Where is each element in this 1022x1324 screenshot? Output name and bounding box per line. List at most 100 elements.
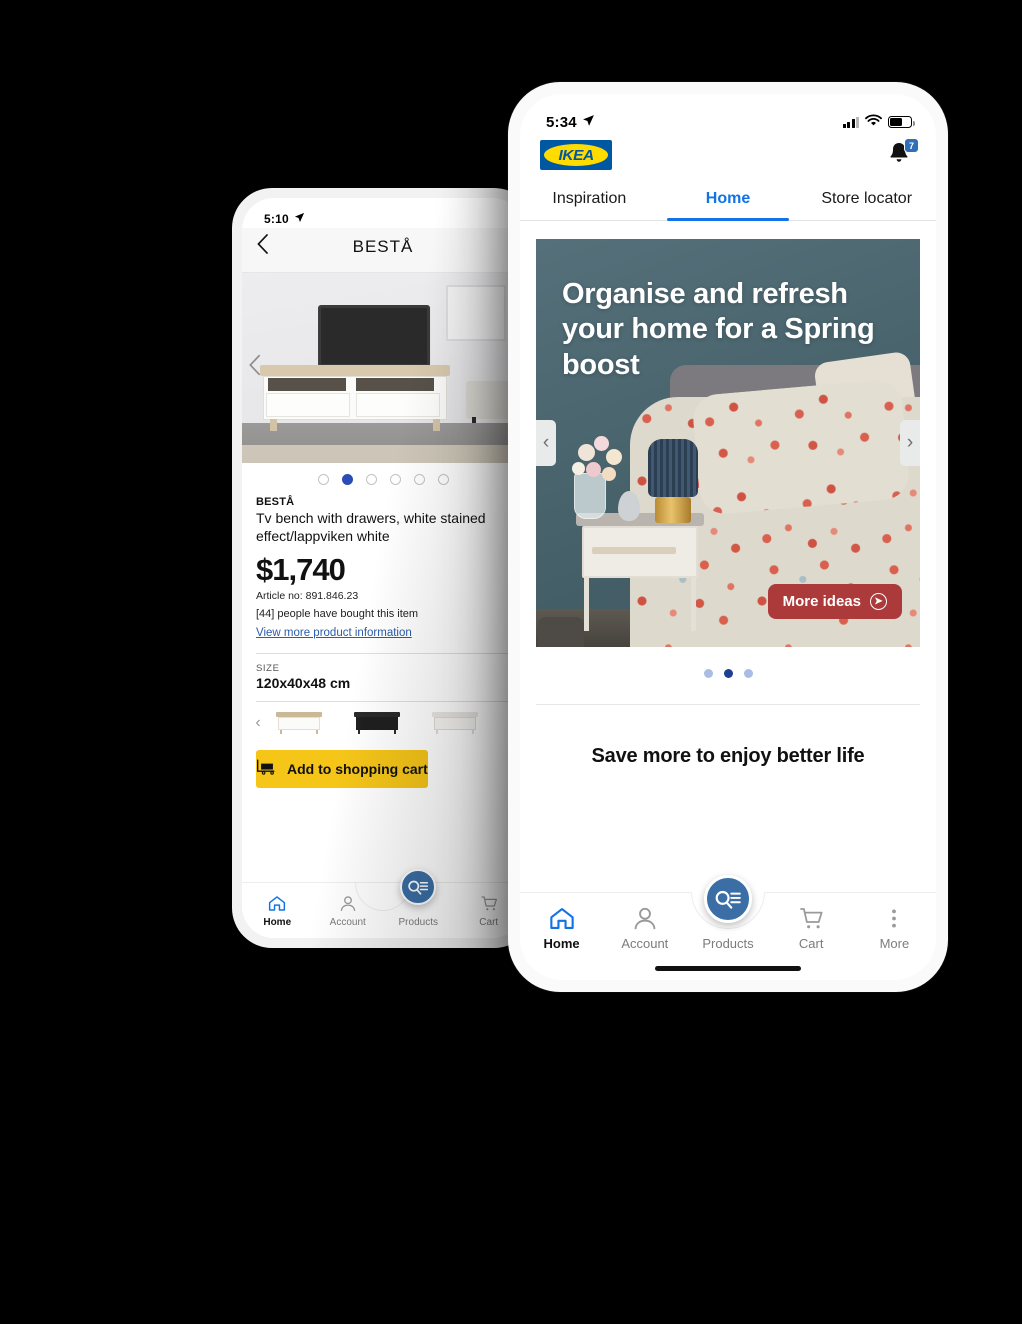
wifi-icon: [865, 114, 882, 131]
variant-thumbnail[interactable]: [276, 711, 322, 734]
chevron-left-icon[interactable]: ‹: [250, 714, 266, 732]
size-value: 120x40x48 cm: [256, 674, 351, 691]
location-arrow-icon: [582, 114, 595, 131]
image-carousel-dots[interactable]: [242, 463, 524, 494]
carousel-dot[interactable]: [389, 474, 401, 485]
home-icon: [268, 892, 286, 912]
tab-store-locator[interactable]: Store locator: [797, 180, 936, 220]
product-price: $1,740: [256, 551, 346, 587]
products-fab-button[interactable]: [704, 875, 752, 923]
tab-account[interactable]: Account: [603, 905, 686, 951]
carousel-dot[interactable]: [365, 474, 377, 485]
hero-title: Organise and refresh your home for a Spr…: [562, 278, 875, 381]
hero-carousel-dots[interactable]: [520, 647, 936, 704]
ikea-logo: IKEA: [540, 140, 612, 170]
tab-home-label: Home: [543, 936, 580, 951]
page-title: BESTÅ: [352, 237, 414, 256]
carousel-dot-active[interactable]: [723, 669, 733, 678]
tab-products[interactable]: Products: [686, 875, 769, 951]
carousel-dot[interactable]: [317, 474, 329, 485]
more-vertical-icon: [881, 905, 907, 931]
tab-account-label: Account: [329, 917, 366, 928]
floor: [242, 423, 524, 463]
carousel-dot[interactable]: [703, 669, 713, 678]
shopping-cart-icon: [798, 905, 824, 931]
chevron-right-icon[interactable]: ›: [900, 420, 920, 466]
product-bought-count: [44] people have bought this item: [256, 607, 419, 620]
carousel-dot[interactable]: [437, 474, 449, 485]
tv-bench: [260, 365, 450, 431]
more-ideas-label: More ideas: [782, 593, 861, 610]
view-more-product-information-link[interactable]: View more product information: [256, 627, 412, 639]
search-list-icon: [715, 890, 741, 909]
add-to-cart-button[interactable]: Add to shopping cart: [256, 749, 428, 788]
add-to-cart-label: Add to shopping cart: [287, 760, 428, 777]
back-nav-header: BESTÅ: [242, 228, 524, 273]
floral-pillow: [691, 378, 911, 516]
tv: [318, 305, 431, 367]
decorative-egg: [618, 491, 640, 521]
wall-art: [446, 285, 506, 341]
front-status-time: 5:34: [546, 113, 577, 131]
product-article-no: Article no: 891.846.23: [256, 589, 359, 602]
product-image[interactable]: [242, 273, 524, 463]
hero-banner-wrap: Organise and refresh your home for a Spr…: [520, 221, 936, 647]
table-lamp: [648, 439, 698, 523]
battery-icon: [888, 116, 915, 128]
shopping-cart-icon: [480, 892, 498, 912]
flower-vase: [574, 473, 606, 519]
tab-home[interactable]: Home: [520, 905, 603, 951]
size-label: SIZE: [256, 662, 280, 674]
tab-cart-label: Cart: [798, 936, 824, 951]
carousel-dot[interactable]: [413, 474, 425, 485]
tab-products-label: Products: [398, 917, 438, 928]
carousel-dot-active[interactable]: [341, 474, 353, 485]
tab-home-label: Home: [263, 917, 292, 928]
product-info: BESTÅ Tv bench with drawers, white stain…: [242, 494, 524, 641]
tab-products-label: Products: [702, 936, 754, 951]
carousel-dot[interactable]: [743, 669, 753, 678]
location-arrow-icon: [294, 212, 305, 226]
tab-home[interactable]: Home: [242, 883, 313, 928]
tab-cart[interactable]: Cart: [770, 905, 853, 951]
product-description: Tv bench with drawers, white stained eff…: [256, 510, 486, 545]
nightstand: [576, 513, 704, 631]
hero-banner[interactable]: Organise and refresh your home for a Spr…: [536, 239, 920, 647]
person-icon: [339, 892, 357, 912]
front-status-bar: 5:34: [520, 94, 936, 134]
products-fab-button[interactable]: [400, 869, 437, 905]
back-bottom-tabbar[interactable]: Home Account Products Cart: [242, 869, 524, 938]
ikea-logo-text: IKEA: [558, 146, 594, 164]
phone-product-page: 5:10 BESTÅ BESTÅ Tv bench with drawers, …: [232, 188, 534, 948]
person-icon: [632, 905, 658, 931]
tab-home[interactable]: Home: [659, 180, 798, 221]
tab-products[interactable]: Products: [383, 869, 454, 928]
tab-more[interactable]: More: [853, 905, 936, 951]
home-icon: [549, 905, 575, 931]
product-brand: BESTÅ: [256, 496, 295, 508]
variant-thumbnail[interactable]: [354, 711, 400, 734]
back-phone-screen: 5:10 BESTÅ BESTÅ Tv bench with drawers, …: [242, 198, 524, 938]
tab-inspiration[interactable]: Inspiration: [520, 180, 659, 220]
front-phone-screen: 5:34 IKEA 7 Inspiration Home Store locat…: [520, 94, 936, 980]
top-tabs[interactable]: Inspiration Home Store locator: [520, 180, 936, 221]
notification-bell-button[interactable]: 7: [886, 138, 919, 170]
variant-thumbnail[interactable]: [432, 711, 478, 734]
search-list-icon: [408, 880, 429, 895]
home-indicator: [655, 966, 801, 971]
back-status-time: 5:10: [264, 212, 289, 226]
notification-badge: 7: [904, 138, 919, 153]
page-background: 5:10 BESTÅ BESTÅ Tv bench with drawers, …: [0, 0, 1022, 1324]
tab-account-label: Account: [621, 936, 669, 951]
phone-home-page: 5:34 IKEA 7 Inspiration Home Store locat…: [508, 82, 948, 992]
chevron-left-icon[interactable]: ‹: [536, 420, 556, 466]
cellular-bars-icon: [842, 116, 859, 128]
section-title: Save more to enjoy better life: [591, 745, 865, 767]
more-ideas-button[interactable]: More ideas ➤: [767, 584, 902, 619]
back-status-bar: 5:10: [242, 198, 524, 228]
variant-selector[interactable]: ‹: [242, 702, 524, 744]
app-bar: IKEA 7: [520, 134, 936, 180]
tab-more-label: More: [879, 936, 910, 951]
trolley-icon: [256, 759, 278, 778]
chevron-left-icon[interactable]: [248, 354, 261, 382]
